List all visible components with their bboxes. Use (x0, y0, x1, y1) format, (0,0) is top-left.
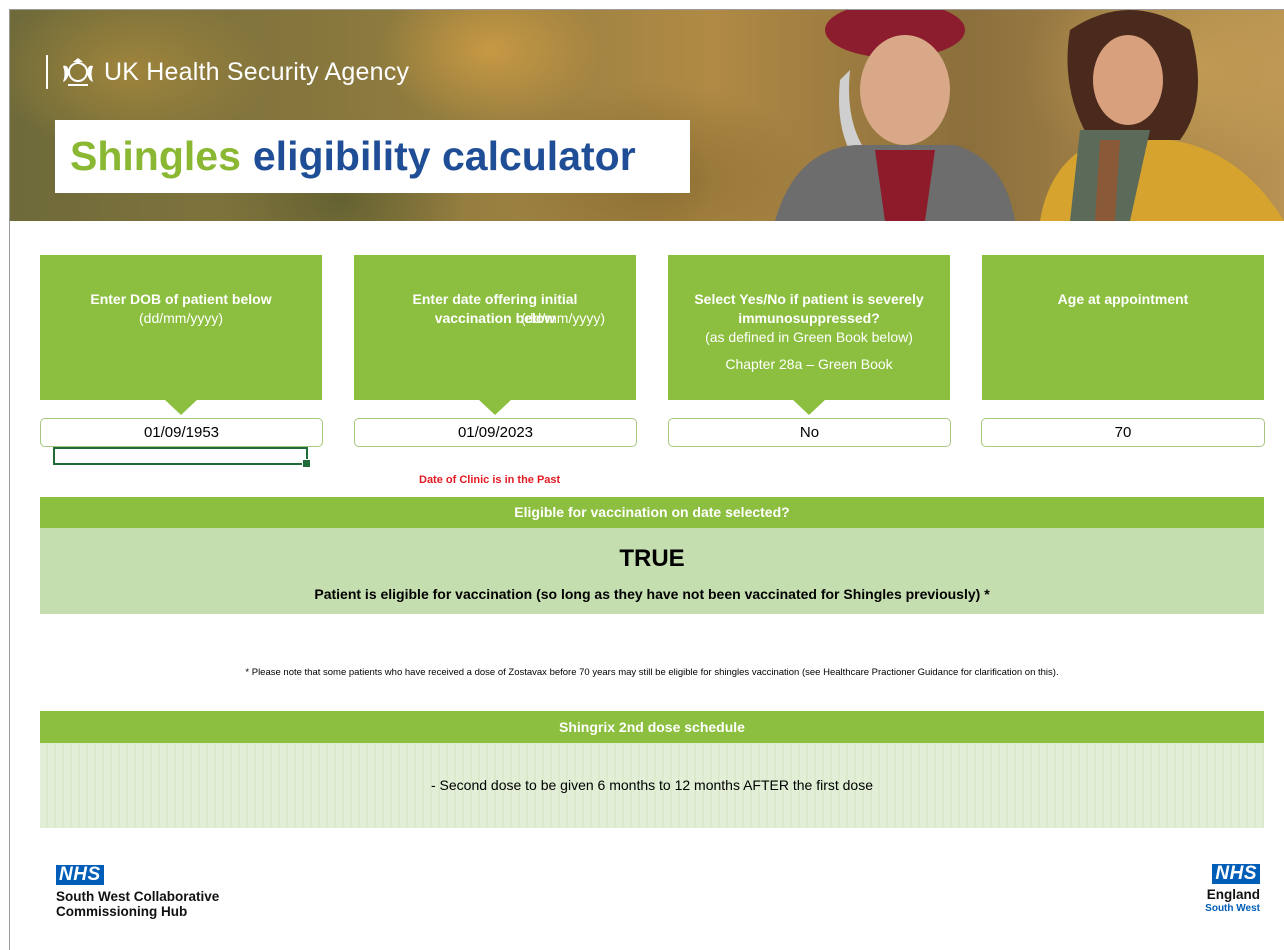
title-calculator: eligibility calculator (252, 133, 636, 179)
header-banner: UK Health Security Agency Shingles eligi… (10, 10, 1284, 221)
clinic-date-warning: Date of Clinic is in the Past (419, 474, 561, 486)
hub-name-line1: South West Collaborative (56, 889, 220, 904)
age-output: 70 (981, 418, 1265, 447)
vacc-date-arrow (478, 399, 512, 415)
agency-brand: UK Health Security Agency (46, 54, 409, 90)
vacc-date-format: (dd/mm/yyyy) (521, 310, 605, 326)
title-shingles: Shingles (70, 133, 241, 179)
immuno-label: Select Yes/No if patient is severely imm… (694, 291, 924, 326)
vacc-date-input[interactable]: 01/09/2023 (354, 418, 637, 447)
nhs-logo-left: NHS (56, 865, 104, 885)
schedule-text: - Second dose to be given 6 months to 12… (430, 777, 874, 793)
young-woman-photo (1040, 10, 1284, 221)
south-west-label: South West (1205, 903, 1260, 914)
dob-format: (dd/mm/yyyy) (139, 310, 223, 326)
nhs-logo-right: NHS (1212, 864, 1260, 884)
page-title: Shingles eligibility calculator (55, 120, 690, 193)
dob-arrow (164, 399, 198, 415)
green-book-link[interactable]: Chapter 28a – Green Book (725, 355, 892, 374)
hub-name-line2: Commissioning Hub (56, 904, 188, 919)
nhs-england-logo: NHS England South West (1190, 864, 1260, 914)
royal-crest-icon (63, 58, 93, 86)
zostavax-footnote: * Please note that some patients who hav… (245, 667, 1059, 678)
schedule-panel: - Second dose to be given 6 months to 12… (40, 743, 1264, 828)
selected-cell[interactable] (53, 447, 311, 468)
eligibility-result: TRUE Patient is eligible for vaccination… (40, 528, 1264, 614)
eligibility-header: Eligible for vaccination on date selecte… (40, 497, 1264, 528)
older-woman-photo (775, 10, 1015, 221)
immuno-question: Select Yes/No if patient is severely imm… (668, 255, 950, 415)
schedule-header: Shingrix 2nd dose schedule (40, 711, 1264, 743)
dob-question: Enter DOB of patient below (dd/mm/yyyy) (40, 255, 322, 415)
age-question: Age at appointment (982, 255, 1264, 400)
immuno-arrow (792, 399, 826, 415)
england-label: England (1206, 887, 1260, 902)
nhs-sw-hub-logo: NHS South West Collaborative Commissioni… (56, 865, 219, 919)
age-label: Age at appointment (1057, 291, 1189, 307)
immuno-sub: (as defined in Green Book below) (705, 329, 913, 345)
dob-input[interactable]: 01/09/1953 (40, 418, 323, 447)
vacc-date-question: Enter date offering initial vaccination … (354, 255, 636, 415)
agency-name: UK Health Security Agency (104, 57, 410, 86)
immuno-select[interactable]: No (668, 418, 951, 447)
brand-divider (46, 55, 48, 89)
eligibility-message: Patient is eligible for vaccination (so … (314, 586, 990, 602)
dob-label: Enter DOB of patient below (90, 291, 272, 307)
eligibility-value: TRUE (619, 545, 685, 572)
